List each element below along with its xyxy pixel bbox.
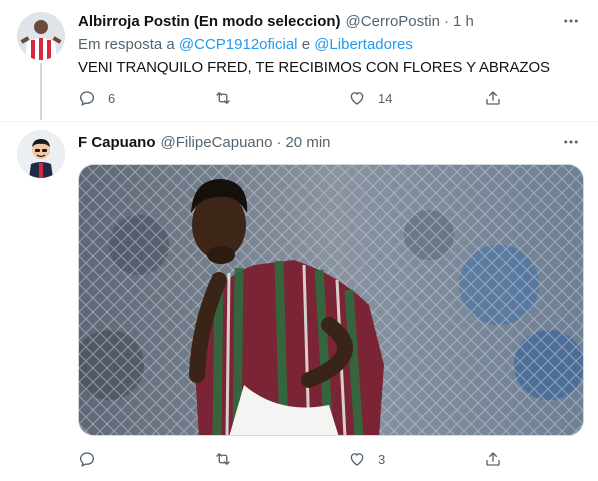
speech-bubble-icon (79, 452, 95, 467)
separator: · (276, 133, 282, 151)
tweet-text: VENI TRANQUILO FRED, TE RECIBIMOS CON FL… (78, 59, 550, 76)
author-handle[interactable]: @FilipeCapuano (161, 134, 273, 151)
timestamp[interactable]: 1 h (453, 13, 474, 30)
tweet-divider (0, 121, 598, 122)
retweet-button[interactable] (214, 88, 244, 108)
retweet-arrows-icon (216, 92, 230, 104)
separator: · (443, 12, 449, 30)
like-button[interactable]: 14 (348, 88, 392, 108)
heart-icon (350, 92, 364, 105)
like-count: 3 (378, 451, 386, 467)
tweet-actions: 3 (78, 449, 500, 469)
like-count: 14 (378, 90, 393, 106)
speech-bubble-icon (79, 91, 95, 106)
more-options-button[interactable] (561, 11, 581, 31)
football-player-photo (79, 165, 583, 435)
share-upload-icon (486, 452, 500, 466)
avatar[interactable] (17, 130, 65, 178)
reply-button[interactable]: 6 (78, 88, 115, 108)
avatar[interactable] (17, 12, 65, 60)
more-horizontal-icon (564, 140, 578, 144)
share-upload-icon (486, 91, 500, 105)
share-button[interactable] (484, 449, 502, 469)
tweet-header: Albirroja Postin (En modo seleccion) @Ce… (78, 11, 474, 31)
avatar-image (17, 12, 65, 60)
more-horizontal-icon (564, 19, 578, 23)
author-handle[interactable]: @CerroPostin (346, 13, 440, 30)
tweet-media-photo[interactable] (78, 164, 584, 436)
tweet-actions: 6 14 (78, 88, 500, 108)
thread-connector-line (40, 63, 42, 120)
tweet-header: F Capuano @FilipeCapuano · 20 min (78, 132, 331, 152)
retweet-button[interactable] (214, 449, 244, 469)
avatar-image (17, 130, 65, 178)
reply-button[interactable] (78, 449, 108, 469)
timestamp[interactable]: 20 min (285, 134, 330, 151)
reply-count: 6 (108, 90, 116, 106)
heart-icon (350, 453, 364, 466)
reply-context: Em resposta a @CCP1912oficial e @Liberta… (78, 36, 413, 53)
more-options-button[interactable] (561, 132, 581, 152)
mention-link[interactable]: @CCP1912oficial (179, 36, 298, 53)
reply-conjunction: e (301, 36, 311, 53)
author-name[interactable]: F Capuano (78, 134, 156, 151)
reply-prefix: Em resposta a (78, 36, 175, 53)
author-name[interactable]: Albirroja Postin (En modo seleccion) (78, 13, 341, 30)
mention-link[interactable]: @Libertadores (314, 36, 413, 53)
like-button[interactable]: 3 (348, 449, 385, 469)
share-button[interactable] (484, 88, 502, 108)
retweet-arrows-icon (216, 453, 230, 465)
